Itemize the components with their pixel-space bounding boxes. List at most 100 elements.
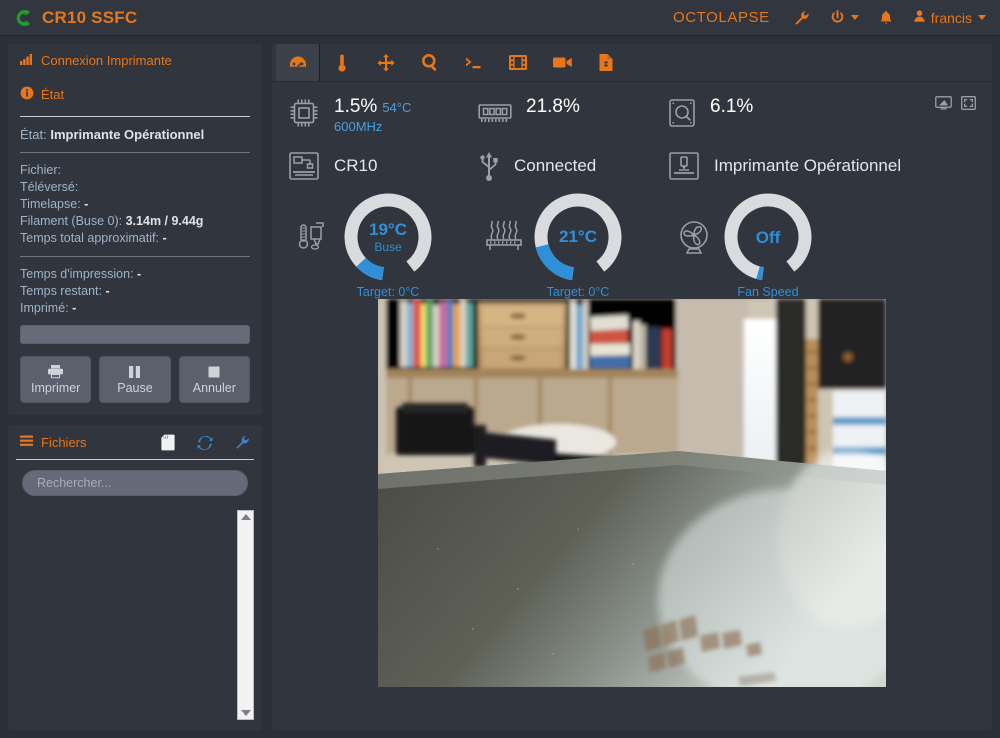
state-row-filament: Filament (Buse 0): 3.14m / 9.44g: [20, 214, 204, 228]
bell-icon[interactable]: [879, 10, 893, 26]
heated-bed-icon: [478, 219, 530, 255]
tab-dashboard[interactable]: [276, 44, 320, 81]
webcam-image: [378, 299, 886, 687]
gauge-group-bed: 21°C Target: 0°C: [478, 189, 668, 299]
user-menu[interactable]: francis: [913, 9, 986, 26]
sidebar-item-state[interactable]: État: [8, 77, 262, 112]
refresh-icon[interactable]: [197, 435, 213, 451]
gauge-group-fan: Off Fan Speed: [668, 189, 858, 299]
signal-bars-icon: [20, 53, 34, 68]
scroll-up-icon[interactable]: [240, 514, 251, 520]
stat-cpu-text: 1.5% 54°C 600MHz: [334, 96, 411, 135]
navbar-right: OCTOLAPSE francis: [673, 9, 986, 26]
stat-ram: 21.8%: [478, 96, 668, 130]
fullscreen-icon[interactable]: [961, 96, 976, 110]
webcam-wrap: [272, 295, 992, 730]
gauge-fan-label: Fan Speed: [737, 285, 799, 299]
sidebar: Connexion Imprimante État État: Impriman…: [8, 44, 262, 730]
pause-icon: [127, 365, 142, 379]
files-header: Fichiers: [8, 425, 262, 459]
state-row-timelapse: Timelapse: -: [20, 197, 89, 211]
print-button[interactable]: Imprimer: [20, 356, 92, 403]
tab-gcode-viewer[interactable]: [408, 44, 452, 81]
tab-temperature[interactable]: [320, 44, 364, 81]
gauge-bed-target: Target: 0°C: [546, 285, 610, 299]
main-panel: 1.5% 54°C 600MHz 21.8% 6.1% CR10 Connect…: [272, 44, 992, 730]
files-actions: [161, 434, 250, 451]
cpu-usage: 1.5% 54°C: [334, 96, 412, 117]
webcam-feed[interactable]: [378, 299, 886, 687]
screen-icon[interactable]: [935, 96, 952, 110]
divider: [20, 152, 250, 153]
cancel-button[interactable]: Annuler: [178, 356, 250, 403]
printer-icon: [47, 364, 64, 379]
info-circle-icon: [20, 86, 34, 103]
files-title[interactable]: Fichiers: [20, 435, 87, 450]
search-input[interactable]: [22, 470, 248, 496]
stat-disk-text: 6.1%: [710, 96, 753, 118]
usb-icon: [478, 149, 500, 183]
state-body: État: Imprimante Opérationnel Fichier: T…: [8, 112, 262, 415]
tab-bar: [272, 44, 992, 82]
search-wrap: [8, 460, 262, 504]
octolapse-link[interactable]: OCTOLAPSE: [673, 9, 770, 26]
stat-disk: 6.1%: [668, 96, 753, 130]
wrench-icon[interactable]: [794, 10, 810, 26]
pause-button[interactable]: Pause: [99, 356, 171, 403]
brand-title: CR10 SSFC: [42, 7, 138, 27]
extruder-thermometer-icon: [288, 217, 340, 257]
gauges-row: 19°C Buse Target: 0°C 21°C Target: 0°C O…: [288, 189, 976, 299]
disk-icon: [668, 96, 696, 130]
sd-card-icon[interactable]: [161, 434, 175, 451]
tab-control[interactable]: [364, 44, 408, 81]
stat-usb: Connected: [478, 149, 668, 183]
cpu-frequency: 600MHz: [334, 119, 383, 134]
disk-usage: 6.1%: [710, 96, 754, 117]
gauge-hotend: 19°C Buse Target: 0°C: [340, 189, 436, 299]
tab-timelapse[interactable]: [496, 44, 540, 81]
print-buttons: Imprimer Pause Annuler: [20, 356, 250, 403]
stat-printer-profile: CR10: [288, 149, 478, 183]
brand[interactable]: CR10 SSFC: [14, 8, 137, 28]
state-row-uploaded: Téléversé:: [20, 180, 79, 194]
files-label: Fichiers: [41, 435, 87, 450]
tab-webcam[interactable]: [540, 44, 584, 81]
printer-profile-label: CR10: [334, 156, 378, 175]
state-row-print-time: Temps d'impression: -: [20, 267, 142, 281]
file-list[interactable]: [16, 504, 254, 722]
stat-cpu: 1.5% 54°C 600MHz: [288, 96, 478, 135]
file-list-scrollbar[interactable]: [237, 510, 254, 720]
power-icon[interactable]: [830, 10, 859, 25]
print-progress-bar: [20, 325, 250, 344]
stat-ram-text: 21.8%: [526, 96, 580, 118]
pause-button-label: Pause: [117, 380, 153, 395]
connection-label: Connexion Imprimante: [41, 53, 172, 68]
divider: [20, 256, 250, 257]
printer-stats-row: CR10 Connected Imprimante Opérationnel: [288, 149, 976, 183]
ram-icon: [478, 96, 512, 130]
chevron-down-icon: [978, 15, 986, 20]
tab-terminal[interactable]: [452, 44, 496, 81]
stat-printer-status: Imprimante Opérationnel: [668, 149, 901, 183]
user-icon: [913, 9, 926, 26]
chevron-down-icon: [850, 15, 859, 20]
cancel-button-label: Annuler: [192, 380, 236, 395]
printer-profile-icon: [288, 149, 320, 183]
octoprint-logo-icon: [14, 8, 34, 28]
gauge-bed: 21°C Target: 0°C: [530, 189, 626, 299]
cpu-icon: [288, 96, 320, 130]
scroll-down-icon[interactable]: [240, 710, 251, 716]
wrench-icon[interactable]: [235, 435, 250, 450]
system-stats-row: 1.5% 54°C 600MHz 21.8% 6.1%: [288, 96, 976, 135]
files-panel: Fichiers: [8, 425, 262, 730]
tab-file-info[interactable]: [584, 44, 628, 81]
dashboard: 1.5% 54°C 600MHz 21.8% 6.1% CR10 Connect…: [272, 82, 992, 299]
stop-icon: [207, 365, 221, 379]
state-row-printed: Imprimé: -: [20, 301, 77, 315]
sidebar-item-connection[interactable]: Connexion Imprimante: [8, 44, 262, 77]
printer-status-label: Imprimante Opérationnel: [714, 156, 902, 175]
ram-usage: 21.8%: [526, 96, 580, 117]
username-label: francis: [930, 9, 972, 26]
usb-status-label: Connected: [514, 156, 597, 175]
state-row-time-left: Temps restant: -: [20, 284, 110, 298]
